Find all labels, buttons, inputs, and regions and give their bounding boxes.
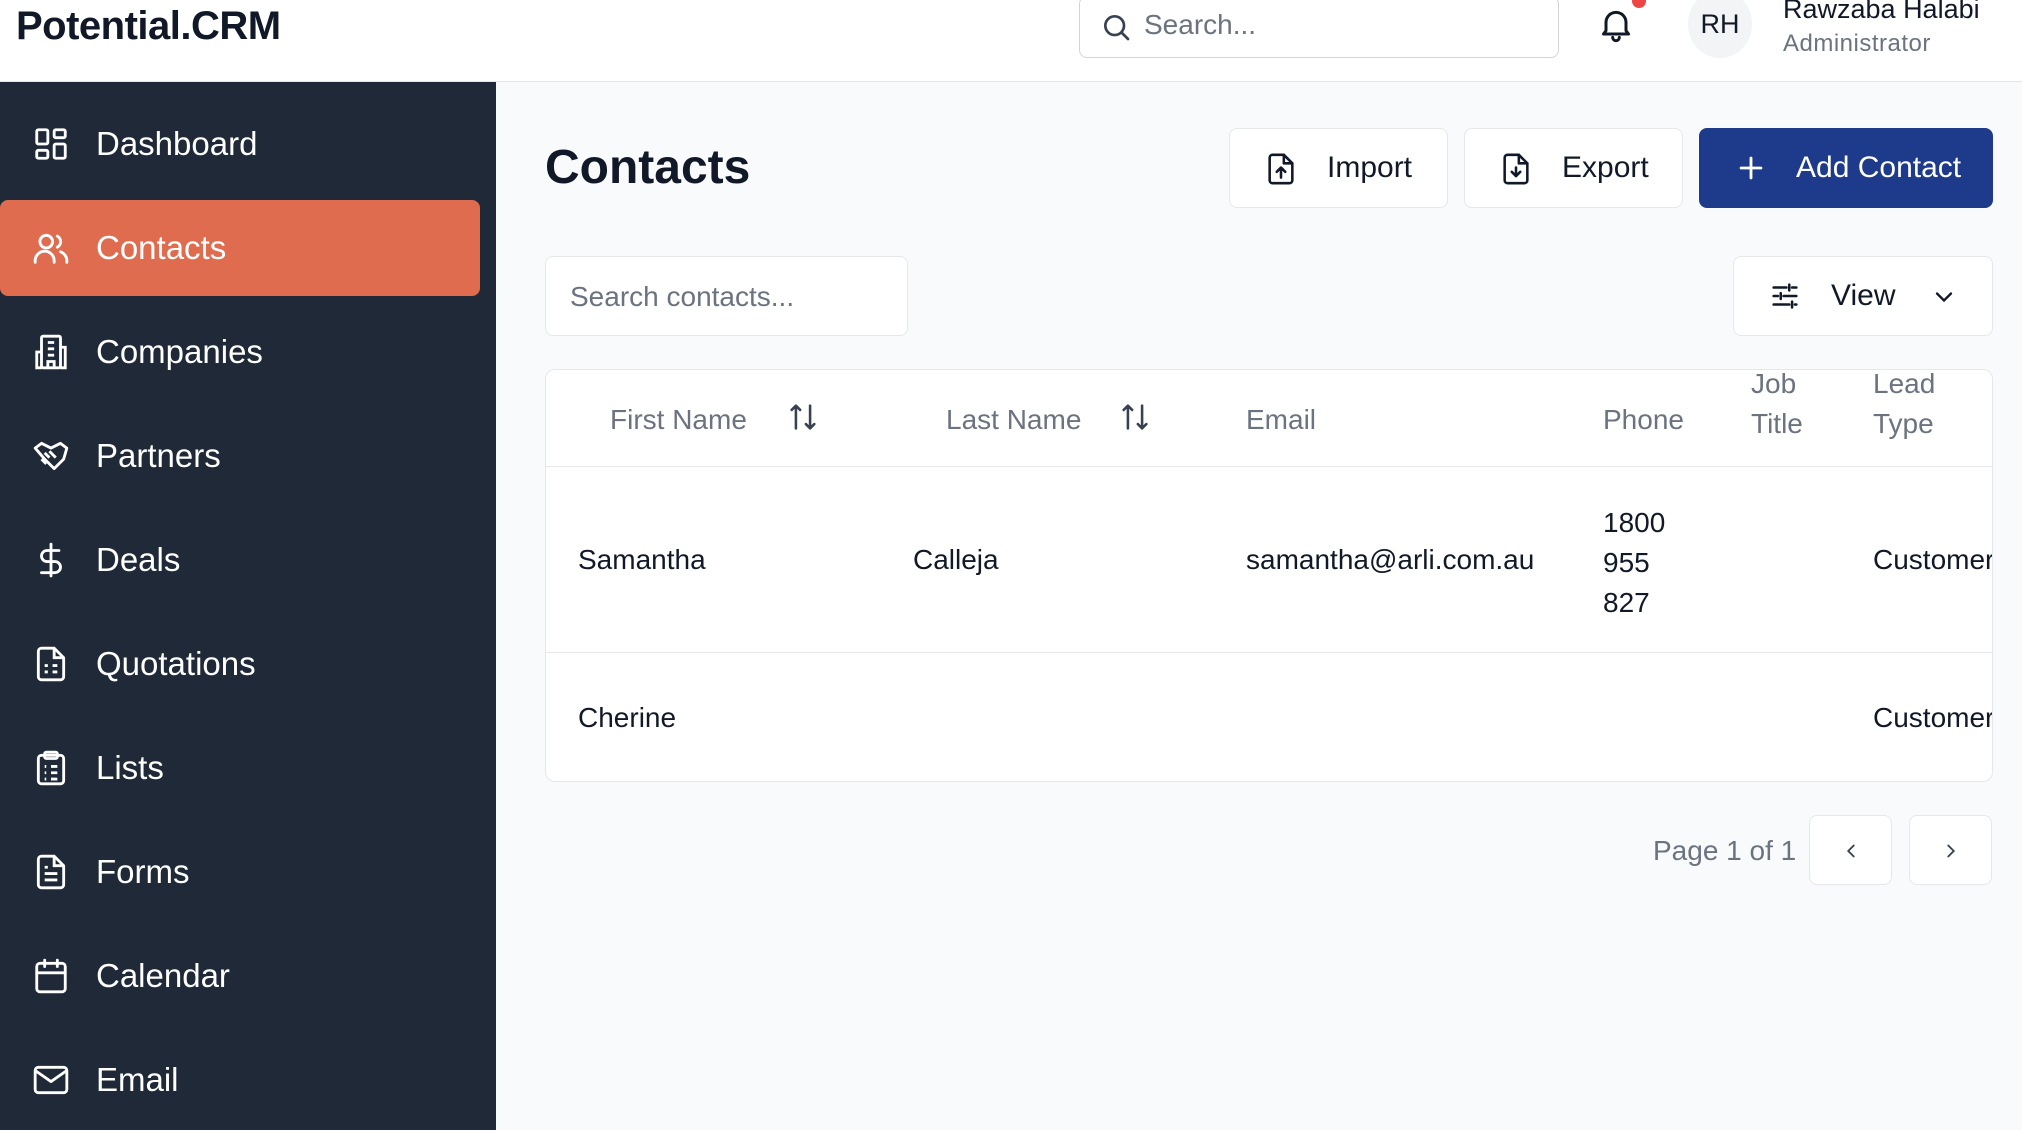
app-logo[interactable]: Potential.CRM xyxy=(16,4,281,49)
calendar-icon xyxy=(35,958,67,994)
contacts-table: First Name Last Name Email Phone Job Tit… xyxy=(545,369,1993,782)
top-bar: Potential.CRM RH Rawzaba Halabi Administ… xyxy=(0,0,2022,82)
handshake-icon xyxy=(33,441,69,471)
chevron-down-icon xyxy=(1935,292,1953,303)
avatar[interactable]: RH xyxy=(1688,0,1752,58)
cell-first-name: Samantha xyxy=(578,544,706,575)
dashboard-icon xyxy=(35,128,67,160)
sort-icon[interactable] xyxy=(1118,400,1152,434)
cell-phone-line-1: 1800 xyxy=(1603,507,1666,538)
sidebar-item-companies[interactable]: Companies xyxy=(0,304,480,400)
cell-phone-line-2: 955 xyxy=(1603,547,1650,578)
dollar-icon xyxy=(40,542,62,578)
sliders-icon xyxy=(1772,283,1798,309)
import-button[interactable]: Import xyxy=(1229,128,1448,208)
bell-icon[interactable] xyxy=(1596,4,1636,44)
quote-doc-icon xyxy=(36,646,66,682)
pagination-status: Page 1 of 1 xyxy=(1653,835,1797,866)
sidebar-item-label: Companies xyxy=(96,333,263,370)
cell-phone-line-3: 827 xyxy=(1603,587,1650,618)
sidebar-item-label: Partners xyxy=(96,437,221,474)
column-header-phone: Phone xyxy=(1603,404,1684,435)
sort-icon[interactable] xyxy=(786,400,820,434)
column-header-job-title-line-2: Title xyxy=(1751,408,1803,439)
cell-lead-type: Customer xyxy=(1873,544,1993,575)
user-name: Rawzaba Halabi xyxy=(1783,0,1980,24)
column-header-job-title-line-1: Job xyxy=(1751,369,1797,399)
sidebar: Dashboard Contacts Companies Partners De… xyxy=(0,82,496,1130)
sidebar-item-label: Calendar xyxy=(96,957,230,994)
sidebar-item-forms[interactable]: Forms xyxy=(0,824,480,920)
sidebar-item-label: Email xyxy=(96,1061,179,1098)
column-header-lead-type-line-2: Type xyxy=(1873,408,1934,439)
contact-search-input[interactable] xyxy=(570,275,890,319)
clipboard-list-icon xyxy=(36,750,66,786)
file-upload-icon xyxy=(1268,153,1294,185)
sidebar-item-email[interactable]: Email xyxy=(0,1032,480,1128)
cell-first-name: Cherine xyxy=(578,702,677,733)
cell-last-name: Calleja xyxy=(913,544,999,575)
sidebar-item-deals[interactable]: Deals xyxy=(0,512,480,608)
search-icon xyxy=(1104,14,1130,41)
plus-icon xyxy=(1739,156,1763,180)
add-contact-label: Add Contact xyxy=(1796,151,1962,184)
view-options-button[interactable]: View xyxy=(1733,256,1993,336)
column-header-lead-type-line-1: Lead xyxy=(1873,369,1936,399)
cell-lead-type: Customer xyxy=(1873,702,1993,733)
form-doc-icon xyxy=(36,854,66,890)
import-label: Import xyxy=(1327,151,1413,184)
sidebar-item-contacts[interactable]: Contacts xyxy=(0,200,480,296)
contact-search[interactable] xyxy=(545,256,908,336)
column-header-last-name[interactable]: Last Name xyxy=(946,404,1081,436)
sidebar-item-label: Contacts xyxy=(96,229,227,266)
sidebar-item-partners[interactable]: Partners xyxy=(0,408,480,504)
column-header-email: Email xyxy=(1246,404,1317,435)
sidebar-item-quotations[interactable]: Quotations xyxy=(0,616,480,712)
page-title: Contacts xyxy=(545,141,751,194)
user-role: Administrator xyxy=(1783,30,1931,57)
previous-page-button[interactable] xyxy=(1809,815,1892,885)
cell-phone: 1800 955 827 xyxy=(1603,503,1665,623)
column-header-lead-type: Lead Type xyxy=(1873,369,1936,444)
export-button[interactable]: Export xyxy=(1464,128,1683,208)
notification-badge xyxy=(1632,0,1646,8)
chevron-left-icon xyxy=(1846,844,1855,858)
sidebar-item-label: Lists xyxy=(96,749,164,786)
users-icon xyxy=(33,233,69,264)
export-label: Export xyxy=(1562,151,1649,184)
sidebar-item-label: Quotations xyxy=(96,645,256,682)
view-label: View xyxy=(1831,279,1896,312)
add-contact-button[interactable]: Add Contact xyxy=(1699,128,1993,208)
column-header-first-name[interactable]: First Name xyxy=(610,404,747,436)
row-divider xyxy=(546,466,1992,467)
sidebar-item-label: Deals xyxy=(96,541,181,578)
sidebar-item-label: Dashboard xyxy=(96,125,258,162)
sidebar-item-calendar[interactable]: Calendar xyxy=(0,928,480,1024)
chevron-right-icon xyxy=(1947,844,1956,858)
sidebar-item-label: Forms xyxy=(96,853,190,890)
cell-email[interactable]: samantha@arli.com.au xyxy=(1246,544,1534,576)
building-icon xyxy=(35,334,67,370)
mail-icon xyxy=(33,1065,69,1095)
next-page-button[interactable] xyxy=(1909,815,1992,885)
row-divider xyxy=(546,652,1992,653)
global-search-input[interactable] xyxy=(1144,5,1544,45)
global-search[interactable] xyxy=(1079,0,1559,58)
sidebar-item-dashboard[interactable]: Dashboard xyxy=(0,96,480,192)
file-download-icon xyxy=(1503,153,1529,185)
sidebar-item-lists[interactable]: Lists xyxy=(0,720,480,816)
column-header-job-title: Job Title xyxy=(1751,369,1803,444)
